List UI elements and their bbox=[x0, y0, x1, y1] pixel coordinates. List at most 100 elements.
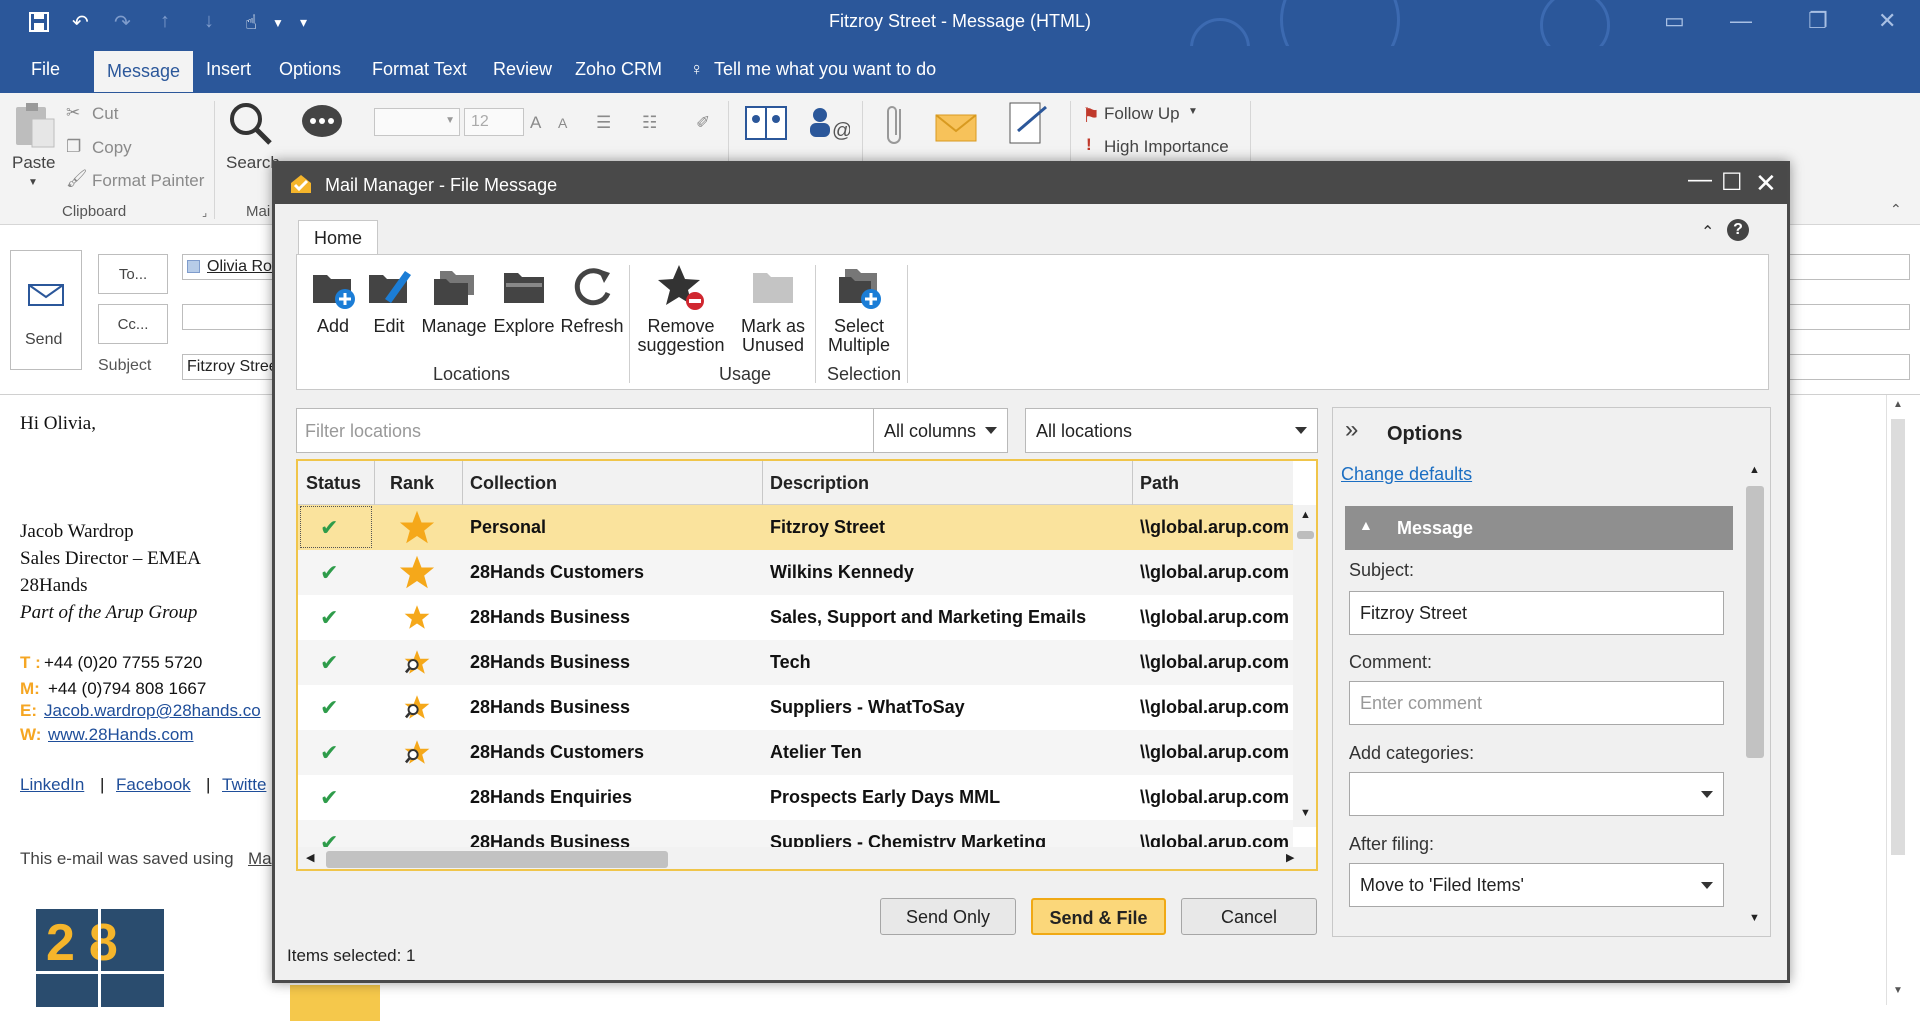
signature-company: 28Hands bbox=[20, 575, 88, 596]
edit-location-icon bbox=[369, 271, 411, 303]
categories-select[interactable] bbox=[1349, 772, 1724, 816]
dialog-close-icon[interactable]: ✕ bbox=[1755, 168, 1777, 199]
grid-header: Status Rank Collection Description Path bbox=[298, 461, 1293, 505]
grid-vertical-scrollbar[interactable]: ▲ ▼ bbox=[1293, 505, 1316, 827]
mark-as-unused-button[interactable]: Mark as Unused bbox=[735, 263, 811, 355]
follow-up-button[interactable]: Follow Up bbox=[1104, 104, 1180, 124]
saved-link[interactable]: Ma bbox=[248, 849, 272, 869]
table-row[interactable]: ✔ 28Hands Enquiries Prospects Early Days M… bbox=[298, 775, 1293, 820]
help-icon[interactable]: ? bbox=[1727, 219, 1749, 241]
mark-label-2: Unused bbox=[741, 335, 805, 355]
table-row[interactable]: ✔ 28Hands Customers Wilkins Kennedy \\globa… bbox=[298, 550, 1293, 595]
send-label: Send bbox=[25, 331, 63, 348]
expand-panel-icon[interactable]: » bbox=[1345, 416, 1358, 444]
tell-me-box[interactable]: Tell me what you want to do bbox=[714, 59, 936, 80]
linkedin-link[interactable]: LinkedIn bbox=[20, 775, 84, 795]
web-link[interactable]: www.28Hands.com bbox=[48, 725, 194, 745]
explore-button[interactable]: Explore bbox=[491, 263, 557, 336]
clear-format-icon: ✐ bbox=[696, 113, 711, 132]
column-description[interactable]: Description bbox=[770, 473, 869, 494]
close-icon[interactable]: ✕ bbox=[1878, 8, 1896, 34]
manage-button[interactable]: Manage bbox=[419, 263, 489, 336]
message-section-header[interactable]: ▲ Message bbox=[1345, 506, 1733, 550]
paste-label[interactable]: Paste bbox=[12, 153, 55, 173]
collapse-ribbon-icon[interactable]: ⌃ bbox=[1890, 201, 1902, 218]
dialog-minimize-icon[interactable]: — bbox=[1688, 166, 1712, 194]
flag-icon[interactable]: ⚑ bbox=[1082, 103, 1100, 128]
chat-icon[interactable] bbox=[300, 103, 344, 143]
phone-value: +44 (0)20 7755 5720 bbox=[44, 653, 203, 672]
collapse-ribbon-icon[interactable]: ⌃ bbox=[1701, 222, 1714, 242]
refresh-button[interactable]: Refresh bbox=[559, 263, 625, 336]
follow-up-dropdown-icon[interactable]: ▼ bbox=[1188, 106, 1198, 117]
ribbon-display-icon[interactable]: ▭ bbox=[1664, 8, 1685, 34]
facebook-link[interactable]: Facebook bbox=[116, 775, 191, 795]
cell-collection: 28Hands Customers bbox=[470, 562, 645, 582]
after-filing-select[interactable]: Move to 'Filed Items' bbox=[1349, 863, 1724, 907]
table-row[interactable]: ✔ 28Hands Business Suppliers - WhatToSay \\… bbox=[298, 685, 1293, 730]
locations-select[interactable]: All locations bbox=[1025, 408, 1318, 453]
restore-icon[interactable]: ❐ bbox=[1808, 8, 1828, 34]
table-row[interactable]: ✔ 28Hands Business Tech \\global.arup.com bbox=[298, 640, 1293, 685]
tab-file[interactable]: File bbox=[31, 59, 60, 80]
high-importance-icon[interactable]: ! bbox=[1086, 135, 1092, 155]
logo-digits: 28 bbox=[46, 914, 132, 972]
cc-button[interactable]: Cc... bbox=[98, 304, 168, 344]
send-button[interactable]: Send bbox=[10, 250, 82, 370]
rank-star-icon bbox=[399, 555, 435, 589]
cancel-button[interactable]: Cancel bbox=[1181, 898, 1317, 935]
subject-option-label: Subject: bbox=[1349, 560, 1415, 580]
attach-file-icon bbox=[887, 106, 901, 144]
to-button[interactable]: To... bbox=[98, 254, 168, 294]
cell-description: Tech bbox=[770, 652, 811, 672]
column-path[interactable]: Path bbox=[1140, 473, 1179, 494]
tab-insert[interactable]: Insert bbox=[206, 59, 251, 80]
columns-select[interactable]: All columns bbox=[873, 408, 1008, 453]
send-only-button[interactable]: Send Only bbox=[880, 898, 1016, 935]
dialog-maximize-icon[interactable]: ☐ bbox=[1721, 168, 1743, 197]
add-button[interactable]: Add bbox=[305, 263, 361, 336]
tab-home[interactable]: Home bbox=[298, 220, 378, 255]
tab-message[interactable]: Message bbox=[94, 51, 194, 92]
phone-label: T : bbox=[20, 653, 41, 672]
paste-icon[interactable] bbox=[14, 101, 56, 149]
filter-locations-input[interactable]: Filter locations bbox=[296, 408, 874, 453]
comment-input[interactable]: Enter comment bbox=[1349, 681, 1724, 725]
signature-name: Jacob Wardrop bbox=[20, 521, 134, 542]
send-and-file-button[interactable]: Send & File bbox=[1031, 898, 1166, 935]
subject-option-input[interactable]: Fitzroy Street bbox=[1349, 591, 1724, 635]
minimize-icon[interactable]: — bbox=[1730, 8, 1752, 34]
remove-label-2: suggestion bbox=[637, 335, 725, 355]
paste-dropdown-icon[interactable]: ▼ bbox=[28, 177, 38, 188]
options-scrollbar[interactable]: ▲ ▼ bbox=[1743, 462, 1767, 932]
select-multiple-button[interactable]: Select Multiple bbox=[819, 263, 899, 355]
tab-zoho-crm[interactable]: Zoho CRM bbox=[575, 59, 662, 80]
select-label-1: Select bbox=[833, 316, 885, 336]
email-link[interactable]: Jacob.wardrop@28hands.co bbox=[44, 701, 261, 721]
column-rank[interactable]: Rank bbox=[390, 473, 434, 494]
cell-description: Wilkins Kennedy bbox=[770, 562, 914, 582]
edit-button[interactable]: Edit bbox=[361, 263, 417, 336]
manage-folders-icon bbox=[434, 271, 474, 305]
svg-text:@: @ bbox=[832, 120, 850, 142]
table-row[interactable]: ✔ Personal Fitzroy Street \\global.arup.com bbox=[298, 505, 1293, 550]
grid-horizontal-scrollbar[interactable]: ◀ ▶ bbox=[298, 847, 1316, 869]
mobile-value: +44 (0)794 808 1667 bbox=[48, 679, 207, 698]
body-scrollbar[interactable]: ▲ ▼ bbox=[1886, 395, 1910, 1005]
table-row[interactable]: ✔ 28Hands Business Sales, Support and Mark… bbox=[298, 595, 1293, 640]
search-icon[interactable] bbox=[228, 101, 274, 147]
shrink-font-icon: A bbox=[558, 115, 568, 131]
manage-label: Manage bbox=[421, 316, 487, 336]
remove-suggestion-button[interactable]: Remove suggestion bbox=[633, 263, 729, 355]
change-defaults-link[interactable]: Change defaults bbox=[1341, 464, 1472, 485]
table-row[interactable]: ✔ 28Hands Customers Atelier Ten \\global.ar… bbox=[298, 730, 1293, 775]
tab-review[interactable]: Review bbox=[493, 59, 552, 80]
tab-options[interactable]: Options bbox=[279, 59, 341, 80]
column-status[interactable]: Status bbox=[306, 473, 361, 494]
twitter-link[interactable]: Twitte bbox=[222, 775, 266, 795]
column-collection[interactable]: Collection bbox=[470, 473, 557, 494]
dialog-launcher-icon[interactable]: ⌟ bbox=[202, 206, 207, 219]
high-importance-button[interactable]: High Importance bbox=[1104, 137, 1229, 157]
cell-path: \\global.arup.com bbox=[1140, 607, 1290, 627]
tab-format-text[interactable]: Format Text bbox=[372, 59, 467, 80]
